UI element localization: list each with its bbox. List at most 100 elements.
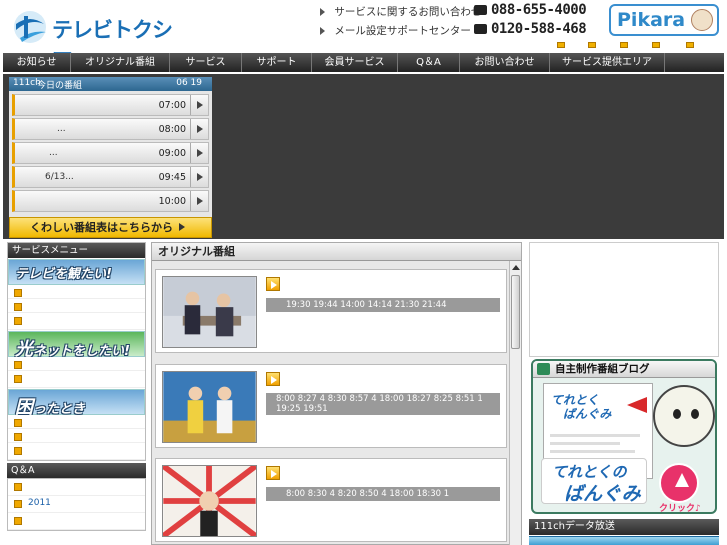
qa-item[interactable]: 2011: [8, 496, 145, 513]
blog-logo-small-line2: ばんぐみ: [563, 407, 612, 421]
sidebar-link[interactable]: [8, 415, 145, 429]
play-arrow-icon: [197, 173, 203, 181]
logo-mark-icon: [14, 11, 46, 43]
original-programs-panel: オリジナル番組 19:30 19:44 14:00 14:14 21:30 21…: [151, 242, 522, 545]
phone-number[interactable]: 0120-588-468: [474, 21, 587, 37]
contact-label: メール設定サポートセンター: [334, 25, 471, 37]
schedule-row[interactable]: ... 09:00: [12, 142, 209, 164]
data-broadcast-banner[interactable]: [529, 536, 719, 545]
square-bullet-icon: [652, 42, 660, 48]
broadcast-times: 8:00 8:30 4 8:20 8:50 4 18:00 18:30 1: [266, 487, 500, 501]
qa-item[interactable]: [8, 513, 145, 530]
nav-item-news[interactable]: お知らせ: [3, 53, 71, 72]
triangle-bullet-icon: [320, 27, 325, 35]
square-bullet-icon: [686, 42, 694, 48]
service-menu-title: サービスメニュー: [8, 243, 145, 258]
scroll-up-icon[interactable]: [512, 265, 520, 270]
play-icon[interactable]: [266, 372, 280, 386]
play-icon[interactable]: [266, 277, 280, 291]
pikara-banner[interactable]: Pikara: [609, 4, 719, 36]
contact-row-mail-support: メール設定サポートセンター 0120-588-468: [320, 21, 610, 42]
ad-area: [529, 242, 719, 357]
program-band: 111ch 今日の番組 06 19 07:00 ... 08:00 ... 09…: [3, 74, 724, 239]
nav-item-service-area[interactable]: サービス提供エリア: [550, 53, 665, 72]
play-arrow-icon: [197, 125, 203, 133]
sidebar-link[interactable]: [8, 357, 145, 371]
program-blog-banner[interactable]: 自主制作番組ブログ てれとく ばんぐみ てれとくの ばんぐみ クリック♪: [531, 359, 717, 514]
service-menu-sidebar: サービスメニュー テレビを観たい! 光ネットをしたい! 困ったとき Q＆A 20…: [7, 242, 146, 545]
program-title: ...: [57, 124, 66, 134]
square-bullet-icon: [557, 42, 565, 48]
program-time: 08:00: [158, 124, 186, 135]
mascot-icon: [653, 385, 715, 447]
nav-item-original-programs[interactable]: オリジナル番組: [71, 53, 170, 72]
play-arrow-icon: [197, 149, 203, 157]
phone-number[interactable]: 088-655-4000: [474, 2, 587, 18]
nav-item-services[interactable]: サービス: [170, 53, 242, 72]
site-header: テレビトクシマ サービスに関するお問い合わせ 088-655-4000 メール設…: [0, 0, 727, 72]
banner-hikari-net[interactable]: 光ネットをしたい!: [8, 331, 145, 360]
qa-item[interactable]: [8, 479, 145, 496]
nav-item-qa[interactable]: Q＆A: [398, 53, 460, 72]
program-time: 09:00: [158, 148, 186, 159]
blog-logo: てれとくの ばんぐみ: [541, 458, 647, 505]
data-broadcast-title: 111chデータ放送: [529, 519, 719, 535]
sidebar-link[interactable]: [8, 429, 145, 443]
arrow-left-icon: [627, 397, 647, 413]
broadcast-times: 19:30 19:44 14:00 14:14 21:30 21:44: [266, 298, 500, 312]
banner-troubleshooting[interactable]: 困ったとき: [8, 389, 145, 418]
original-programs-title: オリジナル番組: [152, 243, 521, 261]
play-icon[interactable]: [266, 466, 280, 480]
play-arrow-icon: [197, 101, 203, 109]
square-bullet-icon: [588, 42, 596, 48]
nav-item-support[interactable]: サポート: [242, 53, 312, 72]
click-pointer-icon[interactable]: [659, 463, 699, 503]
vertical-scrollbar[interactable]: [509, 261, 521, 545]
square-bullet-icon: [620, 42, 628, 48]
nav-item-member-services[interactable]: 会員サービス: [312, 53, 398, 72]
schedule-row[interactable]: 07:00: [12, 94, 209, 116]
sidebar-link[interactable]: [8, 443, 145, 460]
program-card[interactable]: 8:00 8:30 4 8:20 8:50 4 18:00 18:30 1: [155, 458, 507, 542]
schedule-row[interactable]: ... 08:00: [12, 118, 209, 140]
schedule-title: 今日の番組: [37, 81, 83, 91]
program-card[interactable]: 8:00 8:27 4 8:30 8:57 4 18:00 18:27 8:25…: [155, 364, 507, 448]
schedule-row[interactable]: 6/13... 09:45: [12, 166, 209, 188]
global-nav: お知らせ オリジナル番組 サービス サポート 会員サービス Q＆A お問い合わせ…: [3, 53, 724, 72]
site-logo[interactable]: テレビトクシマ: [10, 8, 180, 72]
broadcast-times: 8:00 8:27 4 8:30 8:57 4 18:00 18:27 8:25…: [266, 393, 500, 415]
program-time: 07:00: [158, 100, 186, 111]
banner-watch-tv[interactable]: テレビを観たい!: [8, 259, 145, 285]
program-thumbnail[interactable]: [162, 276, 257, 348]
triangle-bullet-icon: [320, 8, 325, 16]
program-time: 09:45: [158, 172, 186, 183]
sidebar-link[interactable]: [8, 313, 145, 330]
full-schedule-button[interactable]: くわしい番組表はこちらから: [9, 217, 212, 238]
arrow-right-icon: [179, 223, 185, 231]
today-schedule-header: 111ch 今日の番組 06 19: [9, 77, 212, 91]
program-blog-title: 自主制作番組ブログ: [533, 361, 715, 378]
right-column: 自主制作番組ブログ てれとく ばんぐみ てれとくの ばんぐみ クリック♪ 111…: [529, 242, 719, 545]
program-card[interactable]: 19:30 19:44 14:00 14:14 21:30 21:44: [155, 269, 507, 353]
pikara-label: Pikara: [617, 9, 686, 31]
scrollbar-thumb[interactable]: [511, 275, 520, 349]
freedial-icon: [474, 24, 487, 34]
click-label: クリック♪: [659, 504, 701, 514]
program-thumbnail[interactable]: [162, 371, 257, 443]
qa-list: 2011: [7, 478, 146, 531]
schedule-row[interactable]: 10:00: [12, 190, 209, 212]
video-player-area[interactable]: [213, 74, 724, 239]
program-time: 10:00: [158, 196, 186, 207]
program-thumbnail[interactable]: [162, 465, 257, 537]
program-title: ...: [49, 148, 58, 158]
sidebar-link[interactable]: [8, 299, 145, 313]
nav-item-contact[interactable]: お問い合わせ: [460, 53, 550, 72]
play-arrow-icon: [197, 197, 203, 205]
service-menu: サービスメニュー テレビを観たい! 光ネットをしたい! 困ったとき: [7, 242, 146, 461]
qa-title: Q＆A: [7, 463, 146, 478]
telephone-icon: [474, 5, 487, 15]
sidebar-link[interactable]: [8, 371, 145, 388]
blog-icon: [537, 363, 550, 375]
program-title: 6/13...: [45, 172, 74, 182]
sidebar-link[interactable]: [8, 285, 145, 299]
